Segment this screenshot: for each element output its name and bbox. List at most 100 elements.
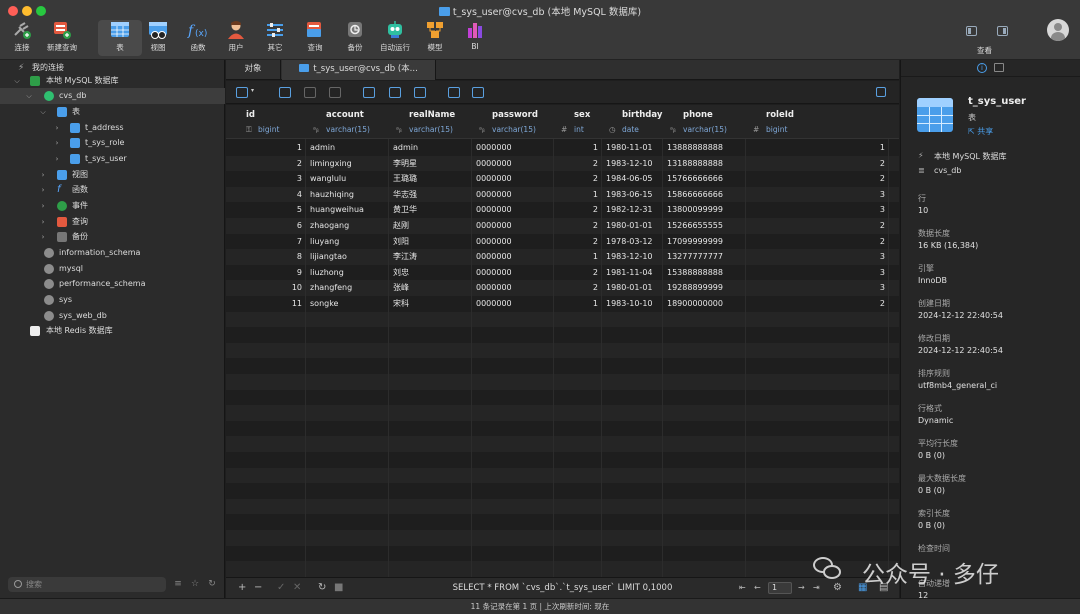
cell-phone[interactable]: 19288899999	[667, 280, 744, 296]
toolbar-user-button[interactable]: 用户	[214, 20, 258, 56]
cell-phone[interactable]: 15866666666	[667, 187, 744, 203]
toolbar-model-button[interactable]: 模型	[413, 20, 457, 56]
chevron-down-icon[interactable]: ⌵	[24, 88, 34, 104]
cell-sex[interactable]: 2	[554, 156, 598, 172]
fullscreen-icon[interactable]	[876, 87, 886, 97]
cell-realName[interactable]: 王璐璐	[393, 171, 470, 187]
cell-password[interactable]: 0000000	[476, 187, 552, 203]
begin-transaction-icon[interactable]	[236, 87, 248, 98]
toggle-sidebar-icon[interactable]	[966, 26, 977, 36]
cell-account[interactable]: wanglulu	[310, 171, 387, 187]
cell-birthday[interactable]: 1983-10-10	[606, 296, 661, 312]
cell-password[interactable]: 0000000	[476, 234, 552, 250]
tree-queries-folder[interactable]: › 查询	[0, 214, 225, 230]
cell-roleId[interactable]: 3	[746, 249, 885, 265]
table-row[interactable]: 8 lijiangtao 李江涛 0000000 1 1983-12-10 13277777…	[226, 249, 899, 265]
cell-roleId[interactable]: 3	[746, 187, 885, 203]
column-header-sex[interactable]: sex	[574, 110, 590, 120]
chevron-right-icon[interactable]: ›	[38, 229, 48, 245]
cell-roleId[interactable]: 2	[746, 296, 885, 312]
chevron-right-icon[interactable]: ›	[52, 151, 62, 167]
next-page-icon[interactable]: →	[798, 583, 805, 593]
cell-id[interactable]: 5	[226, 202, 302, 218]
magic-icon[interactable]	[389, 87, 401, 98]
tree-functions-folder[interactable]: › f 函数	[0, 182, 225, 198]
cell-birthday[interactable]: 1983-06-15	[606, 187, 661, 203]
column-header-roleId[interactable]: roleId	[766, 110, 794, 120]
column-header-account[interactable]: account	[326, 110, 364, 120]
table-row[interactable]: 11 songke 宋科 0000000 1 1983-10-10 18900000000 2	[226, 296, 899, 312]
tree-table-t_sys_user[interactable]: › t_sys_user	[0, 151, 225, 167]
cell-phone[interactable]: 13188888888	[667, 156, 744, 172]
tree-table-t_address[interactable]: › t_address	[0, 120, 225, 136]
share-link[interactable]: ⇱ 共享	[968, 126, 993, 137]
cell-account[interactable]: songke	[310, 296, 387, 312]
column-header-birthday[interactable]: birthday	[622, 110, 662, 120]
chart-icon[interactable]	[448, 87, 460, 98]
tree-backups-folder[interactable]: › 备份	[0, 229, 225, 245]
cell-id[interactable]: 4	[226, 187, 302, 203]
cell-password[interactable]: 0000000	[476, 280, 552, 296]
cell-realName[interactable]: 李明星	[393, 156, 470, 172]
cell-account[interactable]: lijiangtao	[310, 249, 387, 265]
toolbar-connect-button[interactable]: 连接	[0, 20, 44, 56]
tree-mysql-connection[interactable]: ⌵ 本地 MySQL 数据库	[0, 73, 225, 89]
cell-password[interactable]: 0000000	[476, 156, 552, 172]
cell-roleId[interactable]: 3	[746, 202, 885, 218]
cell-sex[interactable]: 2	[554, 218, 598, 234]
cell-account[interactable]: zhaogang	[310, 218, 387, 234]
cell-sex[interactable]: 1	[554, 296, 598, 312]
page-number-input[interactable]: 1	[768, 582, 792, 594]
cell-sex[interactable]: 2	[554, 234, 598, 250]
cell-phone[interactable]: 15766666666	[667, 171, 744, 187]
cell-roleId[interactable]: 3	[746, 280, 885, 296]
table-row[interactable]: 10 zhangfeng 张峰 0000000 2 1980-01-01 192888999…	[226, 280, 899, 296]
tree-table-t_sys_role[interactable]: › t_sys_role	[0, 135, 225, 151]
cell-password[interactable]: 0000000	[476, 249, 552, 265]
toolbar-view-button[interactable]: 视图	[136, 20, 180, 56]
cell-roleId[interactable]: 3	[746, 265, 885, 281]
table-row[interactable]: 7 liuyang 刘阳 0000000 2 1978-03-12 17099999999 2	[226, 234, 899, 250]
cell-realName[interactable]: 李江涛	[393, 249, 470, 265]
tree-views-folder[interactable]: › 视图	[0, 167, 225, 183]
cell-birthday[interactable]: 1983-12-10	[606, 249, 661, 265]
tree-db-mysql[interactable]: mysql	[0, 261, 225, 277]
cell-realName[interactable]: 华志强	[393, 187, 470, 203]
cell-account[interactable]: liuzhong	[310, 265, 387, 281]
table-row[interactable]: 1 admin admin 0000000 1 1980-11-01 13888888888…	[226, 140, 899, 156]
toolbar-automation-button[interactable]: 自动运行	[372, 20, 418, 56]
cell-birthday[interactable]: 1980-01-01	[606, 218, 661, 234]
cell-realName[interactable]: 刘阳	[393, 234, 470, 250]
toolbar-backup-button[interactable]: 备份	[333, 20, 377, 56]
cell-phone[interactable]: 13888888888	[667, 140, 744, 156]
grid-view-icon[interactable]	[414, 87, 426, 98]
cell-password[interactable]: 0000000	[476, 296, 552, 312]
cell-roleId[interactable]: 2	[746, 234, 885, 250]
cell-id[interactable]: 10	[226, 280, 302, 296]
cell-phone[interactable]: 17099999999	[667, 234, 744, 250]
cell-id[interactable]: 6	[226, 218, 302, 234]
cell-birthday[interactable]: 1982-12-31	[606, 202, 661, 218]
cell-sex[interactable]: 2	[554, 280, 598, 296]
chevron-right-icon[interactable]: ›	[38, 214, 48, 230]
column-header-password[interactable]: password	[492, 110, 538, 120]
cell-password[interactable]: 0000000	[476, 202, 552, 218]
toolbar-other-button[interactable]: 其它	[253, 20, 297, 56]
tree-db-sys[interactable]: sys	[0, 292, 225, 308]
cell-id[interactable]: 9	[226, 265, 302, 281]
chevron-right-icon[interactable]: ›	[38, 182, 48, 198]
ddl-icon[interactable]	[994, 63, 1004, 72]
toolbar-query-button[interactable]: 查询	[293, 20, 337, 56]
tree-redis-connection[interactable]: 本地 Redis 数据库	[0, 323, 225, 339]
cell-birthday[interactable]: 1980-11-01	[606, 140, 661, 156]
tree-tables-folder[interactable]: ⌵ 表	[0, 104, 225, 120]
cell-phone[interactable]: 15266655555	[667, 218, 744, 234]
previous-page-icon[interactable]: ←	[754, 583, 761, 593]
cell-sex[interactable]: 1	[554, 140, 598, 156]
cell-password[interactable]: 0000000	[476, 171, 552, 187]
tree-db-information_schema[interactable]: information_schema	[0, 245, 225, 261]
cell-roleId[interactable]: 2	[746, 171, 885, 187]
export-icon[interactable]	[472, 87, 484, 98]
cell-account[interactable]: hauzhiqing	[310, 187, 387, 203]
chevron-right-icon[interactable]: ›	[38, 198, 48, 214]
